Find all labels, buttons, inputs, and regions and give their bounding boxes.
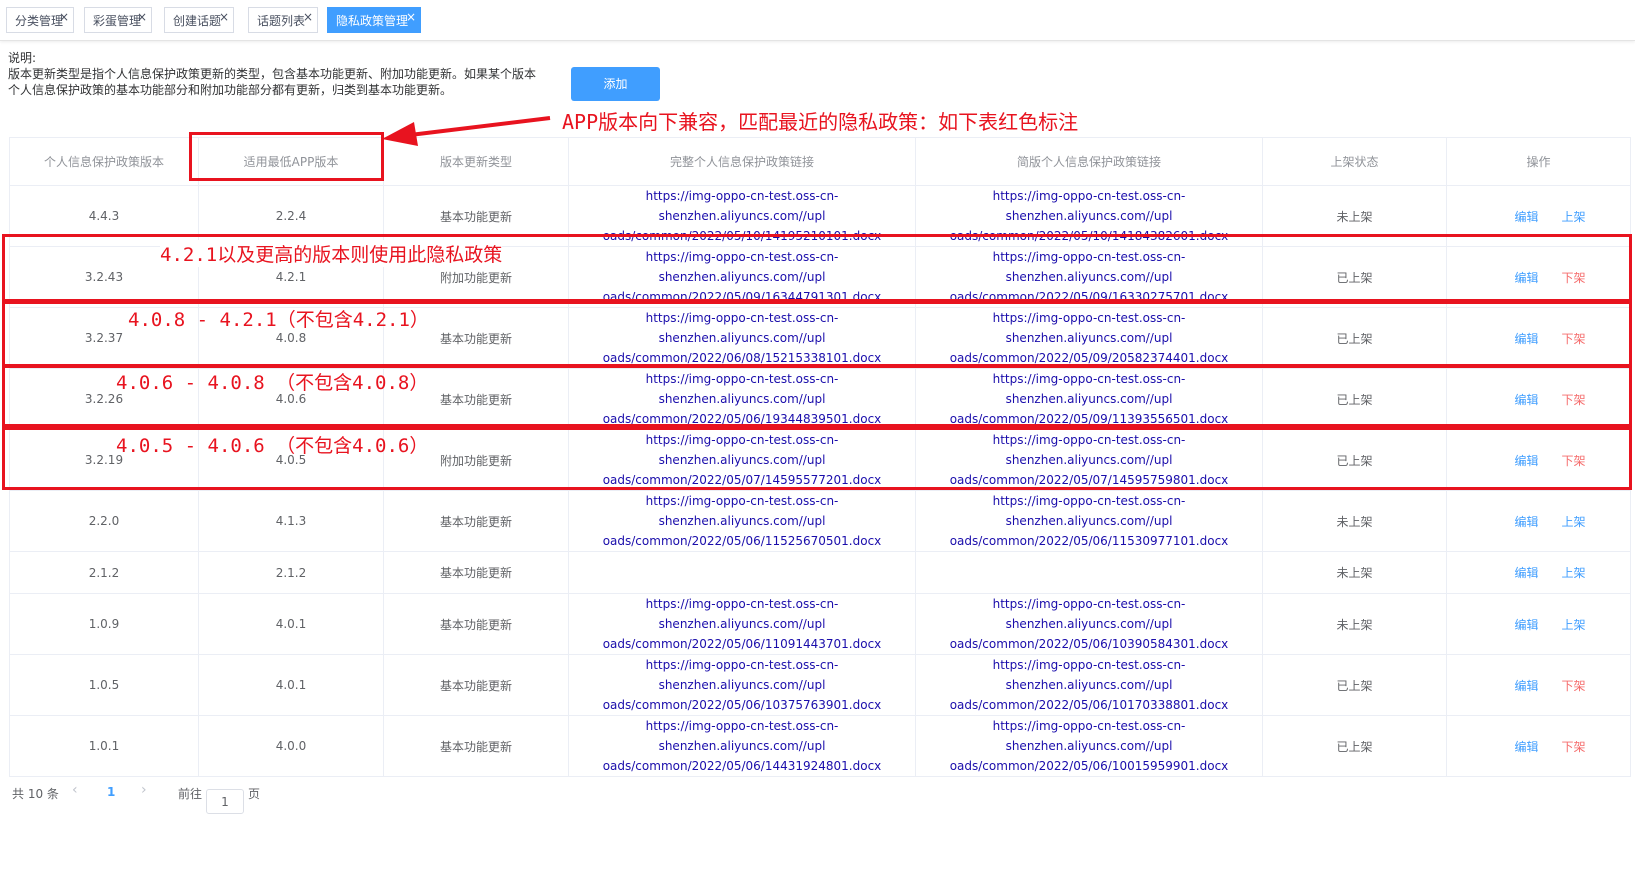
publish-link[interactable]: 上架 xyxy=(1561,566,1585,580)
column-header: 完整个人信息保护政策链接 xyxy=(568,137,916,186)
close-icon[interactable]: × xyxy=(303,4,313,30)
description-line: 版本更新类型是指个人信息保护政策更新的类型，包含基本功能更新、附加功能更新。如果… xyxy=(8,67,537,81)
next-page-icon[interactable]: › xyxy=(141,782,147,798)
edit-link[interactable]: 编辑 xyxy=(1491,513,1561,530)
close-icon[interactable]: × xyxy=(59,4,69,30)
cell-full-link: https://img-oppo-cn-test.oss-cn-shenzhen… xyxy=(568,490,916,552)
cell-min-app: 4.0.0 xyxy=(198,715,384,777)
cell-status: 未上架 xyxy=(1262,593,1447,655)
publish-link[interactable]: 上架 xyxy=(1561,515,1585,529)
cell-status: 未上架 xyxy=(1262,490,1447,552)
cell-short-link: https://img-oppo-cn-test.oss-cn-shenzhen… xyxy=(915,654,1263,716)
edit-link[interactable]: 编辑 xyxy=(1491,208,1561,225)
cell-status: 已上架 xyxy=(1262,715,1447,777)
cell-full-link: https://img-oppo-cn-test.oss-cn-shenzhen… xyxy=(568,654,916,716)
page-unit-label: 页 xyxy=(248,787,261,801)
tab-create-topic[interactable]: 创建话题 × xyxy=(164,7,234,33)
tab-category[interactable]: 分类管理 × xyxy=(6,7,74,33)
cell-type: 基本功能更新 xyxy=(383,654,569,716)
column-header: 上架状态 xyxy=(1262,137,1447,186)
table-row: 2.1.2 2.1.2 基本功能更新 未上架 编辑 上架 xyxy=(9,551,1631,594)
short-link[interactable]: https://img-oppo-cn-test.oss-cn-shenzhen… xyxy=(916,491,1262,551)
cell-version: 1.0.5 xyxy=(9,654,199,716)
cell-version: 1.0.1 xyxy=(9,715,199,777)
description-line: 个人信息保护政策的基本功能部分和附加功能部分都有更新，归类到基本功能更新。 xyxy=(8,83,453,97)
tab-bar: 分类管理 × 彩蛋管理 × 创建话题 × 话题列表 × 隐私政策管理 × xyxy=(0,0,1635,41)
table-row: 1.0.1 4.0.0 基本功能更新 https://img-oppo-cn-t… xyxy=(9,715,1631,777)
annotation-label: 4.0.5 - 4.0.6 （不包含4.0.6） xyxy=(116,435,429,457)
cell-actions: 编辑 上架 xyxy=(1446,551,1631,594)
table-row: 1.0.5 4.0.1 基本功能更新 https://img-oppo-cn-t… xyxy=(9,654,1631,716)
cell-short-link xyxy=(915,551,1263,594)
cell-full-link xyxy=(568,551,916,594)
cell-min-app: 2.1.2 xyxy=(198,551,384,594)
description: 说明: 版本更新类型是指个人信息保护政策更新的类型，包含基本功能更新、附加功能更… xyxy=(8,50,553,98)
goto-page-input[interactable]: 1 xyxy=(206,789,244,814)
tab-privacy-policy[interactable]: 隐私政策管理 × xyxy=(327,7,421,33)
cell-type: 基本功能更新 xyxy=(383,551,569,594)
cell-min-app: 4.0.1 xyxy=(198,654,384,716)
annotation-label: 4.0.6 - 4.0.8 （不包含4.0.8） xyxy=(116,372,429,394)
cell-full-link: https://img-oppo-cn-test.oss-cn-shenzhen… xyxy=(568,715,916,777)
close-icon[interactable]: × xyxy=(219,4,229,30)
tab-easter-egg[interactable]: 彩蛋管理 × xyxy=(84,7,152,33)
full-link[interactable]: https://img-oppo-cn-test.oss-cn-shenzhen… xyxy=(569,655,915,715)
tab-topic-list[interactable]: 话题列表 × xyxy=(248,7,318,33)
prev-page-icon[interactable]: ‹ xyxy=(72,782,78,798)
annotation-note: APP版本向下兼容，匹配最近的隐私政策：如下表红色标注 xyxy=(562,110,1079,134)
full-link[interactable]: https://img-oppo-cn-test.oss-cn-shenzhen… xyxy=(569,594,915,654)
cell-min-app: 4.0.1 xyxy=(198,593,384,655)
edit-link[interactable]: 编辑 xyxy=(1491,738,1561,755)
table-row: 2.2.0 4.1.3 基本功能更新 https://img-oppo-cn-t… xyxy=(9,490,1631,552)
unpublish-link[interactable]: 下架 xyxy=(1561,679,1585,693)
table-row: 1.0.9 4.0.1 基本功能更新 https://img-oppo-cn-t… xyxy=(9,593,1631,655)
cell-type: 基本功能更新 xyxy=(383,715,569,777)
cell-actions: 编辑 上架 xyxy=(1446,490,1631,552)
cell-min-app: 4.1.3 xyxy=(198,490,384,552)
cell-full-link: https://img-oppo-cn-test.oss-cn-shenzhen… xyxy=(568,593,916,655)
annotation-label: 4.2.1以及更高的版本则使用此隐私政策 xyxy=(160,240,503,267)
cell-status: 已上架 xyxy=(1262,654,1447,716)
add-button[interactable]: 添加 xyxy=(571,67,660,101)
column-header: 操作 xyxy=(1446,137,1631,186)
cell-version: 1.0.9 xyxy=(9,593,199,655)
arrow-icon xyxy=(382,116,551,146)
short-link[interactable]: https://img-oppo-cn-test.oss-cn-shenzhen… xyxy=(916,594,1262,654)
cell-actions: 编辑 上架 xyxy=(1446,593,1631,655)
edit-link[interactable]: 编辑 xyxy=(1491,616,1561,633)
annotation-label: 4.0.8 - 4.2.1（不包含4.2.1） xyxy=(128,309,429,331)
pagination-total: 共 10 条 xyxy=(12,787,59,801)
column-header: 个人信息保护政策版本 xyxy=(9,137,199,186)
full-link[interactable]: https://img-oppo-cn-test.oss-cn-shenzhen… xyxy=(569,491,915,551)
cell-actions: 编辑 下架 xyxy=(1446,715,1631,777)
close-icon[interactable]: × xyxy=(137,4,147,30)
cell-short-link: https://img-oppo-cn-test.oss-cn-shenzhen… xyxy=(915,593,1263,655)
publish-link[interactable]: 上架 xyxy=(1561,210,1585,224)
cell-short-link: https://img-oppo-cn-test.oss-cn-shenzhen… xyxy=(915,490,1263,552)
description-title: 说明: xyxy=(8,51,37,65)
full-link[interactable]: https://img-oppo-cn-test.oss-cn-shenzhen… xyxy=(569,716,915,776)
cell-status: 未上架 xyxy=(1262,551,1447,594)
goto-label: 前往 xyxy=(178,787,203,801)
cell-type: 基本功能更新 xyxy=(383,490,569,552)
cell-version: 2.1.2 xyxy=(9,551,199,594)
cell-version: 2.2.0 xyxy=(9,490,199,552)
cell-type: 基本功能更新 xyxy=(383,593,569,655)
short-link[interactable]: https://img-oppo-cn-test.oss-cn-shenzhen… xyxy=(916,655,1262,715)
edit-link[interactable]: 编辑 xyxy=(1491,677,1561,694)
cell-actions: 编辑 下架 xyxy=(1446,654,1631,716)
column-header: 简版个人信息保护政策链接 xyxy=(915,137,1263,186)
publish-link[interactable]: 上架 xyxy=(1561,618,1585,632)
edit-link[interactable]: 编辑 xyxy=(1491,564,1561,581)
cell-short-link: https://img-oppo-cn-test.oss-cn-shenzhen… xyxy=(915,715,1263,777)
page-number[interactable]: 1 xyxy=(107,785,115,799)
annotation-box xyxy=(189,132,384,181)
unpublish-link[interactable]: 下架 xyxy=(1561,740,1585,754)
short-link[interactable]: https://img-oppo-cn-test.oss-cn-shenzhen… xyxy=(916,716,1262,776)
close-icon[interactable]: × xyxy=(406,4,416,30)
